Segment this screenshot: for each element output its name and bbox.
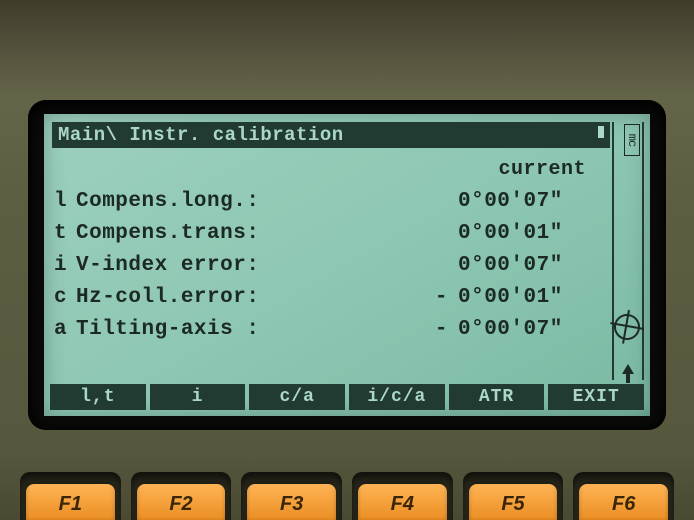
battery-icon (582, 124, 606, 140)
title-text: Main\ Instr. calibration (58, 124, 344, 146)
row-sign (432, 218, 458, 250)
column-header: current (54, 154, 608, 186)
device-body: Main\ Instr. calibration mc current l Co… (0, 0, 694, 520)
row-value: 0°00'07" (458, 314, 608, 346)
row-label: Tilting-axis : (76, 314, 259, 346)
row-sign: - (432, 282, 458, 314)
hardware-fkey-row: F1 F2 F3 F4 F5 F6 (0, 460, 694, 520)
row-key: t (54, 218, 76, 250)
softkey-lt[interactable]: l,t (50, 384, 146, 410)
row-label: V-index error: (76, 250, 259, 282)
table-row: i V-index error: 0°00'07" (54, 250, 608, 282)
row-key: i (54, 250, 76, 282)
memory-card-icon: mc (624, 124, 640, 156)
row-label: Compens.trans: (76, 218, 259, 250)
softkey-ica[interactable]: i/c/a (349, 384, 445, 410)
table-row: c Hz-coll.error: - 0°00'01" (54, 282, 608, 314)
f1-key[interactable]: F1 (26, 484, 115, 520)
up-arrow-icon (622, 364, 634, 374)
fkey-slot: F5 (463, 472, 564, 520)
row-value: 0°00'07" (458, 186, 608, 218)
table-row: l Compens.long.: 0°00'07" (54, 186, 608, 218)
f6-key[interactable]: F6 (579, 484, 668, 520)
softkey-i[interactable]: i (150, 384, 246, 410)
row-label: Compens.long.: (76, 186, 259, 218)
title-bar: Main\ Instr. calibration (52, 122, 610, 148)
right-side-strip: mc (612, 122, 644, 380)
row-label: Hz-coll.error: (76, 282, 259, 314)
lcd-screen: Main\ Instr. calibration mc current l Co… (44, 114, 650, 416)
softkey-ca[interactable]: c/a (249, 384, 345, 410)
row-key: a (54, 314, 76, 346)
softkey-bar: l,t i c/a i/c/a ATR EXIT (50, 384, 644, 410)
row-sign: - (432, 314, 458, 346)
f2-key[interactable]: F2 (137, 484, 226, 520)
fkey-slot: F1 (20, 472, 121, 520)
softkey-exit[interactable]: EXIT (548, 384, 644, 410)
row-key: c (54, 282, 76, 314)
row-sign (432, 186, 458, 218)
row-key: l (54, 186, 76, 218)
row-value: 0°00'07" (458, 250, 608, 282)
fkey-slot: F6 (573, 472, 674, 520)
f3-key[interactable]: F3 (247, 484, 336, 520)
softkey-atr[interactable]: ATR (449, 384, 545, 410)
fkey-slot: F2 (131, 472, 232, 520)
f4-key[interactable]: F4 (358, 484, 447, 520)
table-row: a Tilting-axis : - 0°00'07" (54, 314, 608, 346)
f5-key[interactable]: F5 (469, 484, 558, 520)
table-row: t Compens.trans: 0°00'01" (54, 218, 608, 250)
calibration-table: current l Compens.long.: 0°00'07" t Comp… (54, 154, 608, 380)
fkey-slot: F3 (241, 472, 342, 520)
lcd-bezel: Main\ Instr. calibration mc current l Co… (28, 100, 666, 430)
row-value: 0°00'01" (458, 218, 608, 250)
target-icon (612, 312, 642, 342)
row-sign (432, 250, 458, 282)
fkey-slot: F4 (352, 472, 453, 520)
top-shadow (0, 0, 694, 95)
row-value: 0°00'01" (458, 282, 608, 314)
